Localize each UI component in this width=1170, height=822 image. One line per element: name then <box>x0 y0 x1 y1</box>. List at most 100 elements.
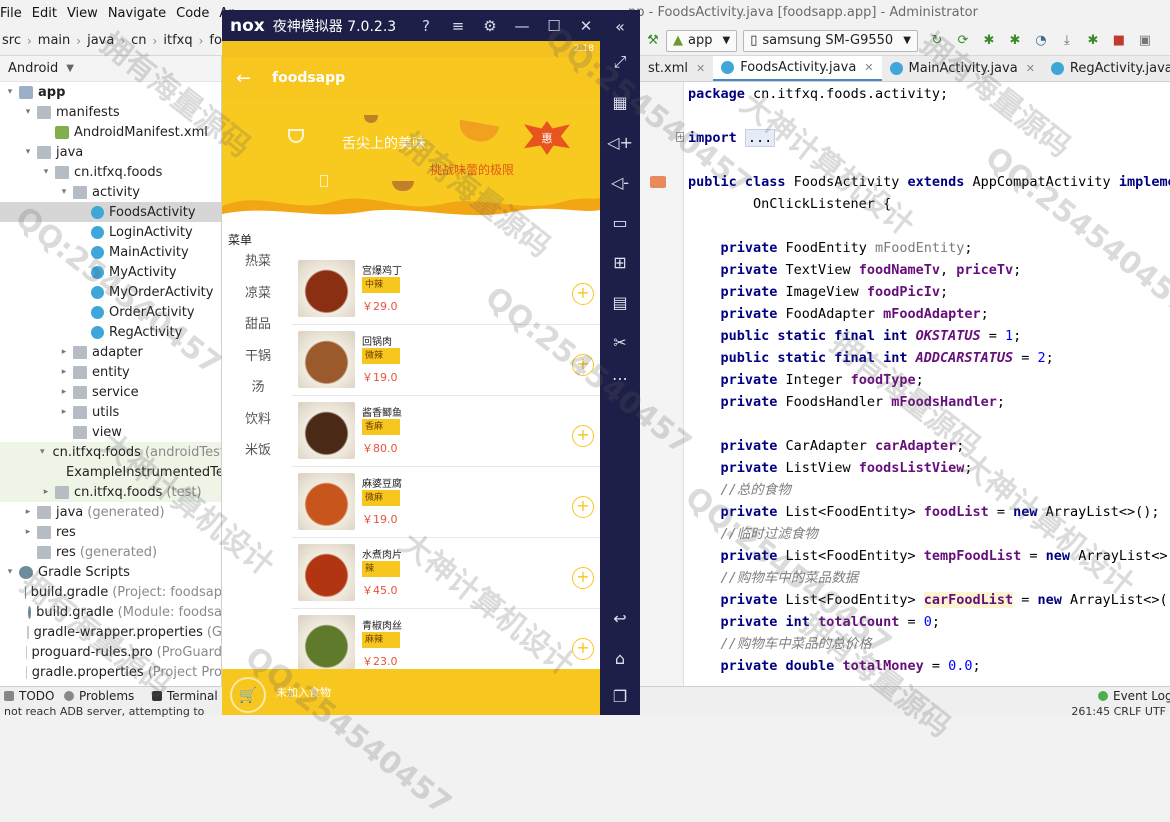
chevron-right-icon[interactable]: ▸ <box>58 407 70 417</box>
fold-icon[interactable]: + <box>676 132 684 142</box>
add-to-cart-button[interactable]: + <box>572 283 594 305</box>
emulator-screen[interactable]: 2:18 ← foodsapp 舌尖上的美味 挑战味蕾的极限 惠 菜单 热菜凉菜… <box>222 41 600 715</box>
close-icon[interactable]: ✕ <box>572 10 600 41</box>
chevron-down-icon[interactable]: ▾ <box>22 107 34 117</box>
editor-tab[interactable]: MainActivity.java✕ <box>882 56 1043 82</box>
chevron-down-icon[interactable]: ▾ <box>4 567 16 577</box>
chevron-right-icon[interactable]: ▸ <box>22 507 34 517</box>
add-to-cart-button[interactable]: + <box>572 638 594 660</box>
category-item[interactable]: 汤 <box>230 377 286 399</box>
sync-icon[interactable]: ✱ <box>1085 33 1101 49</box>
tree-item[interactable]: res(generated) <box>0 542 222 562</box>
run-config-select[interactable]: ▲ app ▼ <box>666 30 737 52</box>
home-icon[interactable]: ⌂ <box>610 648 630 668</box>
tree-item[interactable]: AndroidManifest.xml <box>0 122 222 142</box>
tree-item[interactable]: build.gradle(Project: foodsap <box>0 582 222 602</box>
editor-tab[interactable]: FoodsActivity.java✕ <box>713 56 881 82</box>
tree-item[interactable]: FoodsActivity <box>0 202 222 222</box>
tree-item[interactable]: ▸cn.itfxq.foods(test) <box>0 482 222 502</box>
apk-install-icon[interactable]: ⊞ <box>610 252 630 272</box>
chevron-down-icon[interactable]: ▾ <box>4 87 16 97</box>
food-item[interactable]: 麻婆豆腐微麻￥19.0+ <box>292 467 600 538</box>
hammer-icon[interactable]: ⚒ <box>645 33 661 49</box>
breadcrumb-item[interactable]: itfxq <box>163 33 192 48</box>
volume-up-icon[interactable]: ◁+ <box>610 132 630 152</box>
collapse-sidebar-icon[interactable]: « <box>610 16 630 36</box>
tree-item[interactable]: ▾manifests <box>0 102 222 122</box>
category-item[interactable]: 热菜 <box>230 251 286 273</box>
tree-item[interactable]: ▾cn.itfxq.foods(androidTest) <box>0 442 222 462</box>
add-to-cart-button[interactable]: + <box>572 567 594 589</box>
screen-icon[interactable]: ▭ <box>610 212 630 232</box>
chevron-right-icon[interactable]: ▸ <box>40 487 52 497</box>
menu-code[interactable]: Code <box>176 6 209 21</box>
tree-item[interactable]: LoginActivity <box>0 222 222 242</box>
category-item[interactable]: 饮料 <box>230 409 286 431</box>
tree-item[interactable]: RegActivity <box>0 322 222 342</box>
device-select[interactable]: ▯ samsung SM-G9550 ▼ <box>743 30 918 52</box>
tree-item[interactable]: ▸adapter <box>0 342 222 362</box>
chevron-down-icon[interactable]: ▾ <box>40 447 45 457</box>
chevron-down-icon[interactable]: ▾ <box>40 167 52 177</box>
stop-icon[interactable]: ■ <box>1111 33 1127 49</box>
tree-item[interactable]: OrderActivity <box>0 302 222 322</box>
code-editor[interactable]: package cn.itfxq.foods.activity; import … <box>684 82 1170 686</box>
gear-icon[interactable]: ⚙ <box>476 10 504 41</box>
tree-item[interactable]: ▾java <box>0 142 222 162</box>
tree-item[interactable]: ▸java(generated) <box>0 502 222 522</box>
chevron-right-icon[interactable]: ▸ <box>58 387 70 397</box>
category-item[interactable]: 甜品 <box>230 314 286 336</box>
tree-item[interactable]: ExampleInstrumentedTe <box>0 462 222 482</box>
tree-item[interactable]: ▾cn.itfxq.foods <box>0 162 222 182</box>
close-tab-icon[interactable]: ✕ <box>1026 62 1035 75</box>
sdk-manager-icon[interactable]: ▣ <box>1137 33 1153 49</box>
shopping-cart-icon[interactable]: 🛒 <box>230 677 266 713</box>
multi-instance-icon[interactable]: ▤ <box>610 292 630 312</box>
add-to-cart-button[interactable]: + <box>572 425 594 447</box>
tree-item[interactable]: ▸res <box>0 522 222 542</box>
more-icon[interactable]: ⋯ <box>610 368 630 388</box>
tree-item[interactable]: gradle.properties(Project Pro <box>0 662 222 682</box>
debug-icon[interactable]: ✱ <box>981 33 997 49</box>
close-tab-icon[interactable]: ✕ <box>864 61 873 74</box>
rerun-icon[interactable]: ↻ <box>929 33 945 49</box>
cursor-position[interactable]: 261:45 CRLF UTF <box>1071 705 1166 718</box>
food-item[interactable]: 回锅肉微辣￥19.0+ <box>292 325 600 396</box>
breadcrumb-item[interactable]: cn <box>131 33 146 48</box>
volume-down-icon[interactable]: ◁- <box>610 172 630 192</box>
tree-item[interactable]: MyActivity <box>0 262 222 282</box>
food-item[interactable]: 水煮肉片辣￥45.0+ <box>292 538 600 609</box>
category-item[interactable]: 米饭 <box>230 440 286 462</box>
food-item[interactable]: 宫爆鸡丁中辣￥29.0+ <box>292 254 600 325</box>
help-icon[interactable]: ? <box>412 10 440 41</box>
menu-view[interactable]: View <box>67 6 98 21</box>
tree-item[interactable]: MainActivity <box>0 242 222 262</box>
menu-file[interactable]: File <box>0 6 22 21</box>
event-log-button[interactable]: Event Log <box>1098 689 1170 703</box>
chevron-down-icon[interactable]: ▾ <box>22 147 34 157</box>
maximize-icon[interactable]: ☐ <box>540 10 568 41</box>
tree-item[interactable]: proguard-rules.pro(ProGuard <box>0 642 222 662</box>
menu-edit[interactable]: Edit <box>32 6 57 21</box>
attach-debugger-icon[interactable]: ✱ <box>1007 33 1023 49</box>
chevron-down-icon[interactable]: ▾ <box>58 187 70 197</box>
category-item[interactable]: 凉菜 <box>230 283 286 305</box>
problems-tool-button[interactable]: Problems <box>64 689 134 703</box>
attach-process-icon[interactable]: ⤓ <box>1059 33 1075 49</box>
add-to-cart-button[interactable]: + <box>572 354 594 376</box>
tree-item[interactable]: ▸entity <box>0 362 222 382</box>
minimize-icon[interactable]: — <box>508 10 536 41</box>
chevron-right-icon[interactable]: ▸ <box>58 347 70 357</box>
editor-tab[interactable]: RegActivity.java✕ <box>1043 56 1170 82</box>
keyboard-icon[interactable]: ▦ <box>610 92 630 112</box>
tree-item[interactable]: build.gradle(Module: foodsa <box>0 602 222 622</box>
project-view-selector[interactable]: Android ▼ <box>0 56 221 82</box>
tree-item[interactable]: ▸service <box>0 382 222 402</box>
tree-item[interactable]: MyOrderActivity <box>0 282 222 302</box>
tree-item[interactable]: ▾Gradle Scripts <box>0 562 222 582</box>
tree-item[interactable]: ▾activity <box>0 182 222 202</box>
cart-bar[interactable]: 🛒 未加入食物 <box>222 669 600 715</box>
breadcrumb-item[interactable]: src <box>2 33 21 48</box>
food-item[interactable]: 酱香鲫鱼香麻￥80.0+ <box>292 396 600 467</box>
back-icon[interactable]: ↩ <box>610 608 630 628</box>
